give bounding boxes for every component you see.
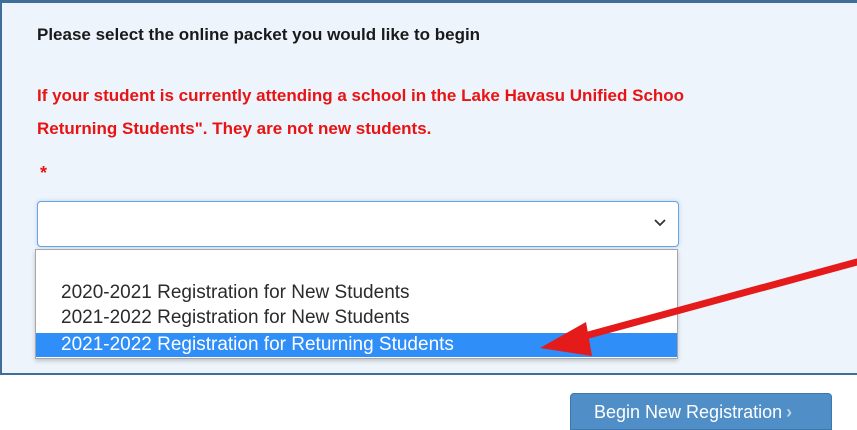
chevron-down-icon[interactable] [652,212,668,232]
begin-new-registration-button[interactable]: Begin New Registration › [570,393,832,430]
select-prompt: Please select the online packet you woul… [37,25,481,44]
warning-text-line2: Returning Students". They are not new st… [37,119,432,138]
packet-select[interactable] [37,201,679,247]
chevron-right-icon: › [786,402,793,422]
begin-button-label: Begin New Registration [594,402,783,422]
option-2021-2022-returning[interactable]: 2021-2022 Registration for Returning Stu… [36,333,677,357]
option-2020-2021-new[interactable]: 2020-2021 Registration for New Students [36,281,677,305]
option-2021-2022-new[interactable]: 2021-2022 Registration for New Students [36,306,677,330]
packet-dropdown-list: 2020-2021 Registration for New Students … [35,249,678,359]
required-marker: * [40,163,48,183]
warning-text-line1: If your student is currently attending a… [37,86,685,105]
